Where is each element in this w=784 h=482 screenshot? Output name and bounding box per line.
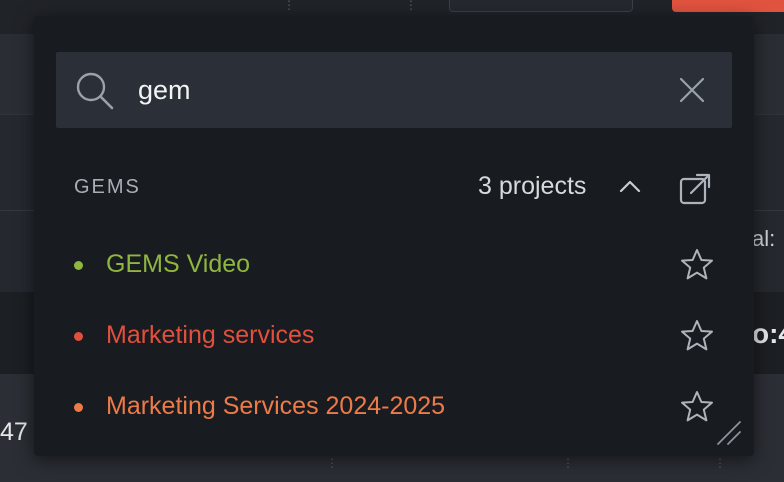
search-input[interactable] — [138, 70, 678, 110]
project-count[interactable]: 3 projects — [478, 172, 586, 201]
star-icon[interactable] — [680, 248, 714, 282]
drag-handle-icon[interactable]: ⋮ — [326, 457, 338, 469]
status-dot — [74, 403, 83, 412]
background-button[interactable] — [449, 0, 633, 12]
project-row[interactable]: Marketing services — [34, 306, 754, 366]
search-icon — [76, 72, 114, 110]
resize-grip-icon[interactable] — [714, 418, 744, 448]
chevron-up-icon[interactable] — [618, 178, 642, 194]
close-icon[interactable] — [678, 76, 706, 104]
status-dot — [74, 261, 83, 270]
background-accent-button[interactable] — [672, 0, 784, 12]
background-time-fragment: o:4 — [752, 318, 784, 349]
star-icon[interactable] — [680, 319, 714, 353]
drag-handle-icon[interactable]: ⋮ — [405, 0, 417, 11]
search-box — [56, 52, 732, 128]
project-search-popup: GEMS 3 projects GEMS Video Marketing ser… — [34, 16, 754, 456]
group-name: GEMS — [74, 176, 141, 198]
external-link-icon[interactable] — [678, 172, 712, 206]
project-name[interactable]: Marketing services — [106, 321, 314, 350]
background-number-fragment: 47 — [0, 418, 28, 446]
project-name[interactable]: Marketing Services 2024-2025 — [106, 392, 445, 421]
background-label-fragment: al: — [752, 226, 776, 251]
project-row[interactable]: GEMS Video — [34, 235, 754, 295]
status-dot — [74, 332, 83, 341]
drag-handle-icon[interactable]: ⋮ — [714, 457, 726, 469]
star-icon[interactable] — [680, 390, 714, 424]
project-name[interactable]: GEMS Video — [106, 250, 250, 279]
project-group-header: GEMS 3 projects — [34, 166, 754, 212]
drag-handle-icon[interactable]: ⋮ — [562, 457, 574, 469]
drag-handle-icon[interactable]: ⋮ — [283, 0, 295, 11]
project-row[interactable]: Marketing Services 2024-2025 — [34, 377, 754, 437]
